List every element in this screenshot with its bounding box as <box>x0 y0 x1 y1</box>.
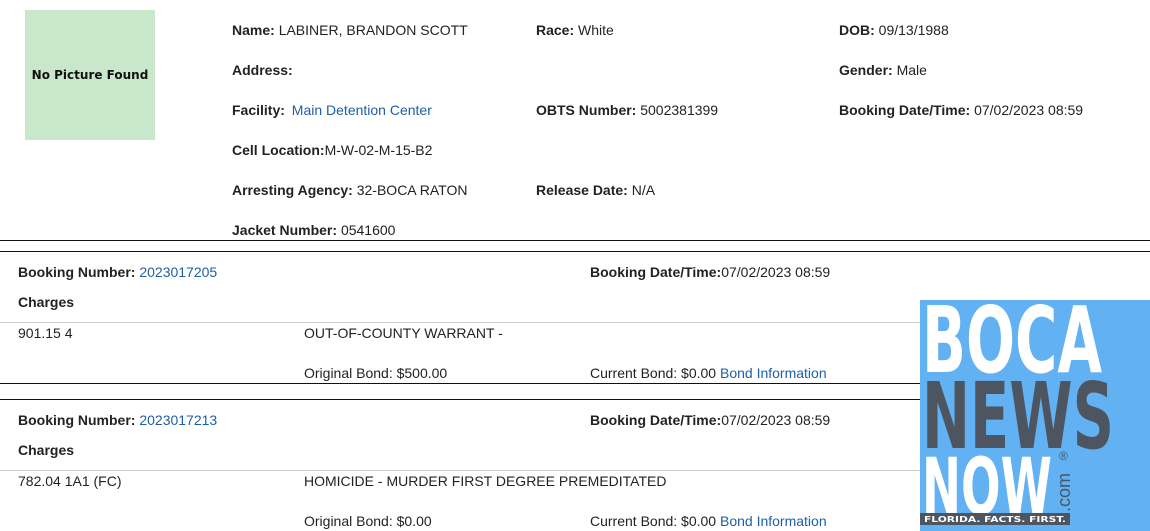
cell-location-label: Cell Location: <box>232 142 325 158</box>
booking-datetime-value: 07/02/2023 08:59 <box>721 264 831 280</box>
jacket-number-value: 0541600 <box>340 222 396 238</box>
section-divider <box>0 251 1150 252</box>
jacket-number-label: Jacket Number: <box>232 222 338 238</box>
booking-datetime-label: Booking Date/Time: <box>590 412 722 428</box>
booking-number-field: Booking Number: 2023017213 <box>18 412 217 428</box>
dob-label: DOB: <box>839 22 875 38</box>
address-field: Address: <box>232 62 293 78</box>
dob-field: DOB: 09/13/1988 <box>839 22 949 38</box>
charge-description: OUT-OF-COUNTY WARRANT - <box>304 325 503 341</box>
facility-link[interactable]: Main Detention Center <box>292 102 432 118</box>
dob-value: 09/13/1988 <box>878 22 949 38</box>
arresting-agency-label: Arresting Agency: <box>232 182 353 198</box>
obts-value: 5002381399 <box>640 102 719 118</box>
inmate-photo-placeholder: No Picture Found <box>25 10 155 140</box>
release-date-label: Release Date: <box>536 182 628 198</box>
bond-information-link[interactable]: Bond Information <box>720 513 827 529</box>
obts-label: OBTS Number: <box>536 102 637 118</box>
arresting-agency-field: Arresting Agency: 32-BOCA RATON <box>232 182 467 198</box>
logo-registered-mark: ® <box>1059 449 1068 463</box>
logo-tagline: FLORIDA. FACTS. FIRST. <box>924 515 1066 524</box>
booking-number-link[interactable]: 2023017205 <box>139 264 217 280</box>
booking-datetime-label: Booking Date/Time: <box>839 102 971 118</box>
booking-datetime-field: Booking Date/Time: 07/02/2023 08:59 <box>839 102 1083 118</box>
address-label: Address: <box>232 62 293 78</box>
current-bond-field: Current Bond: $0.00 Bond Information <box>590 365 827 381</box>
booking-datetime-label: Booking Date/Time: <box>590 264 722 280</box>
arresting-agency-value: 32-BOCA RATON <box>356 182 468 198</box>
booking-number-label: Booking Number: <box>18 264 136 280</box>
facility-field: Facility: Main Detention Center <box>232 102 432 118</box>
cell-location-value: M-W-02-M-15-B2 <box>324 142 433 158</box>
booking-datetime-value: 07/02/2023 08:59 <box>721 412 831 428</box>
current-bond: Current Bond: $0.00 <box>590 513 717 529</box>
release-date-field: Release Date: N/A <box>536 182 655 198</box>
charge-statute: 901.15 4 <box>18 325 73 341</box>
race-value: White <box>578 22 614 38</box>
logo-artwork: BOCA NEWS NOW .com ® FLORIDA. FACTS. FIR… <box>920 300 1114 531</box>
logo-dotcom: .com <box>1054 473 1074 512</box>
gender-field: Gender: Male <box>839 62 927 78</box>
release-date-value: N/A <box>631 182 656 198</box>
cell-location-field: Cell Location:M-W-02-M-15-B2 <box>232 142 432 158</box>
gender-label: Gender: <box>839 62 893 78</box>
booking-datetime-value: 07/02/2023 08:59 <box>974 102 1084 118</box>
charges-heading: Charges <box>18 294 75 310</box>
original-bond: Original Bond: $0.00 <box>304 513 432 529</box>
boca-news-now-logo: BOCA NEWS NOW .com ® FLORIDA. FACTS. FIR… <box>920 300 1150 531</box>
no-picture-text: No Picture Found <box>31 68 149 82</box>
name-label: Name: <box>232 22 275 38</box>
charge-statute: 782.04 1A1 (FC) <box>18 473 122 489</box>
current-bond-field: Current Bond: $0.00 Bond Information <box>590 513 827 529</box>
bond-information-link[interactable]: Bond Information <box>720 365 827 381</box>
booking-number-link[interactable]: 2023017213 <box>139 412 217 428</box>
current-bond: Current Bond: $0.00 <box>590 365 717 381</box>
booking-number-label: Booking Number: <box>18 412 136 428</box>
race-label: Race: <box>536 22 575 38</box>
original-bond: Original Bond: $500.00 <box>304 365 448 381</box>
obts-field: OBTS Number: 5002381399 <box>536 102 718 118</box>
charges-heading: Charges <box>18 442 75 458</box>
gender-value: Male <box>896 62 927 78</box>
race-field: Race: White <box>536 22 614 38</box>
booking-datetime-field: Booking Date/Time:07/02/2023 08:59 <box>590 264 830 280</box>
facility-label: Facility: <box>232 102 285 118</box>
name-value: LABINER, BRANDON SCOTT <box>278 22 468 38</box>
booking-datetime-field: Booking Date/Time:07/02/2023 08:59 <box>590 412 830 428</box>
charge-description: HOMICIDE - MURDER FIRST DEGREE PREMEDITA… <box>304 473 667 489</box>
name-field: Name: LABINER, BRANDON SCOTT <box>232 22 468 38</box>
booking-number-field: Booking Number: 2023017205 <box>18 264 217 280</box>
jacket-number-field: Jacket Number: 0541600 <box>232 222 395 238</box>
section-divider <box>0 240 1150 241</box>
